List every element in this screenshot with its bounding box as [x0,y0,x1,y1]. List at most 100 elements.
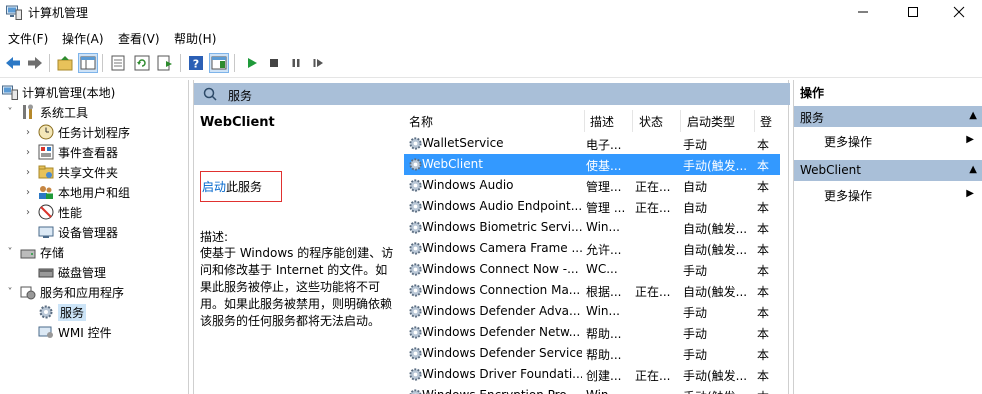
tree-root[interactable]: 计算机管理(本地) [2,82,115,102]
table-row[interactable]: WebClient 使基... 手动(触发... 本 [404,154,780,175]
table-row[interactable]: Windows Audio 管理... 正在... 自动 本 [404,175,780,196]
column-description[interactable]: 描述 [590,113,614,130]
tree-item-shared-folders[interactable]: › 共享文件夹 [22,162,118,182]
table-row[interactable]: Windows Defender Service 帮助... 手动 本 [404,343,780,364]
chevron-right-icon[interactable]: › [22,127,34,138]
cell-description: 允许... [586,243,622,257]
up-folder-button[interactable] [55,53,75,73]
tree-item-performance[interactable]: › 性能 [22,202,82,222]
chevron-down-icon[interactable]: ˅ [4,107,16,118]
tree-item-event-viewer[interactable]: › 事件查看器 [22,142,118,162]
cell-description: 管理 ... [586,201,626,215]
menu-help[interactable]: 帮助(H) [174,30,216,47]
menu-bar: 文件(F) 操作(A) 查看(V) 帮助(H) [0,27,982,49]
cell-startup-type: 手动(触发... [683,159,748,173]
refresh-icon [134,55,150,71]
shared-folder-icon [38,165,54,179]
refresh-button[interactable] [132,53,152,73]
column-startup-type[interactable]: 启动类型 [687,113,735,130]
tree-item-disk-management[interactable]: 磁盘管理 [34,262,106,282]
chevron-down-icon[interactable]: ˅ [4,287,16,298]
table-row[interactable]: Windows Defender Adva... Win... 手动 本 [404,301,780,322]
actions-section-webclient[interactable]: WebClient ▲ [794,160,982,181]
cell-logon: 本 [757,369,770,383]
tree-item-task-scheduler[interactable]: › 任务计划程序 [22,122,130,142]
cell-description: Win... [586,220,620,234]
column-logon[interactable]: 登 [760,113,772,130]
service-gear-icon [409,389,422,394]
help-button[interactable]: ? [186,53,206,73]
cell-description: 管理... [586,180,622,194]
services-pane: 服务 WebClient 启动此服务 描述: 使基于 Windows 的程序能创… [193,80,790,394]
resume-service-button[interactable] [308,53,328,73]
tree-item-wmi-control[interactable]: WMI 控件 [34,322,112,342]
chevron-right-icon[interactable]: › [22,167,34,178]
show-hide-tree-button[interactable] [78,53,98,73]
cell-startup-type: 自动(触发... [683,243,748,257]
more-actions-item[interactable]: 更多操作 [824,187,872,204]
service-gear-icon [409,326,422,339]
export-list-button[interactable] [155,53,175,73]
actions-section-services[interactable]: 服务 ▲ [794,106,982,127]
tree-item-services[interactable]: 服务 [34,302,87,322]
tree-item-system-tools[interactable]: ˅ 系统工具 [4,102,88,122]
cell-startup-type: 自动(触发... [683,222,748,236]
services-header-title: 服务 [228,89,253,103]
toolbar: ? [0,50,982,78]
menu-file[interactable]: 文件(F) [8,30,48,47]
resume-icon [313,59,323,67]
more-actions-item[interactable]: 更多操作 [824,133,872,150]
chevron-right-icon[interactable]: › [22,147,34,158]
table-row[interactable]: Windows Camera Frame ... 允许... 自动(触发... 本 [404,238,780,259]
cell-startup-type: 手动 [683,138,708,152]
menu-action[interactable]: 操作(A) [62,30,104,47]
table-row[interactable]: Windows Defender Netw... 帮助... 手动 本 [404,322,780,343]
tree-item-services-apps[interactable]: ˅ 服务和应用程序 [4,282,124,302]
cell-startup-type: 手动 [683,264,708,278]
tree-item-storage[interactable]: ˅ 存储 [4,242,65,262]
submenu-arrow-icon: ▶ [966,188,974,199]
pause-service-button[interactable] [286,53,306,73]
stop-service-button[interactable] [264,53,284,73]
properties-button[interactable] [108,53,128,73]
tree-item-label: 本地用户和组 [58,185,131,200]
svg-text:?: ? [193,58,199,71]
chevron-down-icon[interactable]: ˅ [4,247,16,258]
collapse-icon[interactable]: ▲ [969,164,977,175]
start-service-link[interactable]: 启动 [202,180,226,194]
forward-button[interactable] [25,53,45,73]
start-service-button[interactable] [242,53,262,73]
tree-item-device-manager[interactable]: 设备管理器 [34,222,118,242]
tools-icon [23,104,33,119]
tree-item-label: 事件查看器 [58,145,119,160]
table-row[interactable]: Windows Audio Endpoint... 管理 ... 正在... 自动 本 [404,196,780,217]
column-divider[interactable] [680,110,681,132]
menu-view[interactable]: 查看(V) [118,30,160,47]
back-arrow-icon [6,57,20,69]
table-row[interactable]: WalletService 电子... 手动 本 [404,133,780,154]
table-header: ^ 名称 描述 状态 启动类型 登 [404,105,780,132]
tree-item-label: 磁盘管理 [58,265,107,280]
column-divider[interactable] [754,110,755,132]
tree-item-local-users[interactable]: › 本地用户和组 [22,182,130,202]
table-row[interactable]: Windows Connection Ma... 根据... 正在... 自动(触发.… [404,280,780,301]
table-row[interactable]: Windows Encryption Pro... Win... 手动(触发... 本 [404,385,780,394]
chevron-right-icon[interactable]: › [22,187,34,198]
column-status[interactable]: 状态 [639,113,663,130]
start-service-line: 启动此服务 [202,178,262,195]
table-row[interactable]: Windows Driver Foundati... 创建... 正在... 手动(触… [404,364,780,385]
close-button[interactable] [936,0,982,24]
minimize-button[interactable] [840,0,886,24]
maximize-button[interactable] [890,0,936,24]
column-name[interactable]: 名称 [409,113,433,130]
column-divider[interactable] [632,110,633,132]
chevron-right-icon[interactable]: › [22,207,34,218]
action-pane-button[interactable] [209,53,229,73]
collapse-icon[interactable]: ▲ [969,110,977,121]
column-divider[interactable] [584,110,585,132]
table-row[interactable]: Windows Connect Now -... WC... 手动 本 [404,259,780,280]
extended-description: WebClient 启动此服务 描述: 使基于 Windows 的程序能创建、访… [194,105,399,394]
table-row[interactable]: Windows Biometric Servi... Win... 自动(触发...… [404,217,780,238]
back-button[interactable] [3,53,23,73]
actions-pane: 操作 服务 ▲ 更多操作 ▶ WebClient ▲ 更多操作 ▶ [793,80,982,394]
